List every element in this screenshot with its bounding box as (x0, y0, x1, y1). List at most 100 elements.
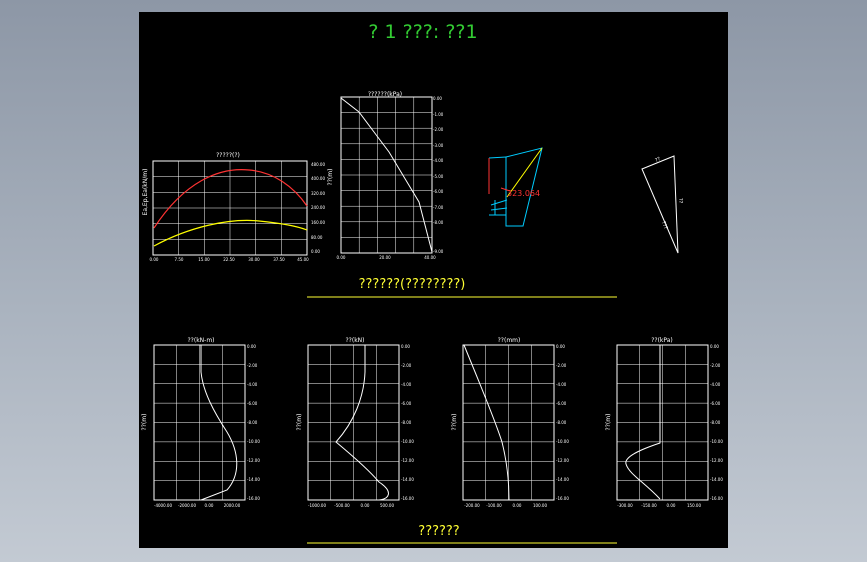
soil-pressure-chart-xticks: -300.00 -150.00 0.00 150.00 (617, 503, 701, 508)
section2-title: ?????? (418, 524, 459, 539)
pressure-chart-yticks: 0.00 -1.00 -2.00 -3.00 -4.00 -5.00 -6.00… (433, 96, 444, 254)
moment-ytick: 0.00 (247, 344, 256, 349)
displacement-chart-title: ??(mm) (498, 337, 521, 344)
pressure-distribution-chart: ??????(kPa) ??(m) 0.00 20.00 40.00 0.00 … (327, 91, 444, 260)
soil-ytick: -16.00 (710, 496, 723, 501)
soil-xtick: 150.00 (687, 503, 701, 508)
shear-chart-xticks: -1000.00 -500.00 0.00 500.00 (308, 503, 394, 508)
shear-ytick: -10.00 (401, 439, 414, 444)
earth-xtick: 0.00 (150, 257, 159, 262)
drawing-svg: ? 1 ???: ??1 ??????(????????) ?????? ???… (141, 21, 723, 544)
shear-chart-title: ??(kN) (345, 337, 364, 344)
shear-ytick: -4.00 (401, 382, 412, 387)
moment-chart-xticks: -4000.00 -2000.00 0.00 2000.00 (154, 503, 241, 508)
wall-anchor-arrows (490, 199, 508, 215)
moment-xtick: -4000.00 (154, 503, 172, 508)
earth-xtick: 15.00 (198, 257, 210, 262)
displacement-chart-yticks: 0.00 -2.00 -4.00 -6.00 -8.00 -10.00 -12.… (556, 344, 569, 501)
shear-chart-yticks: 0.00 -2.00 -4.00 -6.00 -8.00 -10.00 -12.… (401, 344, 414, 501)
earth-chart-ylabel: Ea,Ep,Ea(kN/m) (142, 169, 149, 216)
displacement-xtick: -200.00 (464, 503, 480, 508)
displacement-ytick: -2.00 (556, 363, 567, 368)
soil-ytick: -14.00 (710, 477, 723, 482)
displacement-chart-grid (462, 344, 555, 501)
shear-chart: ??(kN) ??(m) -1000.00 -500.00 0.00 500.0… (296, 337, 414, 508)
shear-chart-grid (307, 344, 400, 501)
soil-pressure-chart-title: ??(kPa) (651, 337, 673, 344)
moment-ytick: -2.00 (247, 363, 258, 368)
displacement-chart-ylabel: ??(m) (451, 414, 458, 431)
displacement-ytick: 0.00 (556, 344, 565, 349)
pressure-xtick: 40.00 (424, 255, 436, 260)
earth-ytick: 240.00 (311, 205, 325, 210)
pressure-chart-ylabel: ??(m) (327, 169, 334, 186)
shear-xtick: -1000.00 (308, 503, 326, 508)
earth-ytick: 160.00 (311, 220, 325, 225)
soil-xtick: 0.00 (667, 503, 676, 508)
displacement-ytick: -16.00 (556, 496, 569, 501)
earth-chart-grid (152, 160, 308, 256)
wall-callout-value: 323.064 (507, 189, 540, 198)
pressure-chart-xticks: 0.00 20.00 40.00 (337, 255, 437, 260)
pressure-xtick: 20.00 (379, 255, 391, 260)
soil-ytick: -6.00 (710, 401, 721, 406)
cad-drawing-canvas: ? 1 ???: ??1 ??????(????????) ?????? ???… (139, 12, 728, 548)
displacement-ytick: -10.00 (556, 439, 569, 444)
moment-ytick: -4.00 (247, 382, 258, 387)
displacement-xtick: 100.00 (533, 503, 547, 508)
shear-ytick: -8.00 (401, 420, 412, 425)
active-earth-pressure-curve (153, 169, 308, 229)
moment-chart-ylabel: ??(m) (141, 414, 148, 431)
pressure-ytick: -7.00 (433, 205, 444, 210)
shear-xtick: 0.00 (361, 503, 370, 508)
soil-ytick: -12.00 (710, 458, 723, 463)
soil-xtick: -150.00 (641, 503, 657, 508)
sheet-title: ? 1 ???: ??1 (368, 21, 477, 43)
moment-xtick: -2000.00 (178, 503, 196, 508)
moment-chart-title: ??(kN-m) (187, 337, 214, 344)
moment-ytick: -16.00 (247, 496, 260, 501)
retaining-wall-sketch: 323.064 (488, 147, 543, 227)
earth-ytick: 0.00 (311, 249, 320, 254)
soil-pressure-curve (625, 345, 661, 500)
shear-ytick: -2.00 (401, 363, 412, 368)
force-triangle-outline (641, 155, 679, 254)
pressure-ytick: -4.00 (433, 158, 444, 163)
soil-xtick: -300.00 (617, 503, 633, 508)
moment-chart-yticks: 0.00 -2.00 -4.00 -6.00 -8.00 -10.00 -12.… (247, 344, 260, 501)
shear-ytick: -14.00 (401, 477, 414, 482)
pressure-ytick: -8.00 (433, 220, 444, 225)
earth-ytick: 400.00 (311, 176, 325, 181)
moment-chart: ??(kN-m) ??(m) -4000.00 -2000.00 0.00 20… (141, 337, 260, 508)
soil-ytick: -8.00 (710, 420, 721, 425)
earth-xtick: 45.00 (297, 257, 309, 262)
earth-chart-yticks: 480.00 400.00 320.00 240.00 160.00 80.00… (311, 162, 325, 254)
shear-ytick: 0.00 (401, 344, 410, 349)
soil-pressure-chart: ??(kPa) ??(m) -300.00 -150.00 0.00 150.0… (605, 337, 723, 508)
shear-xtick: -500.00 (334, 503, 350, 508)
displacement-ytick: -6.00 (556, 401, 567, 406)
force-label-weight: ?? (654, 156, 662, 164)
earth-ytick: 320.00 (311, 191, 325, 196)
soil-pressure-chart-grid (616, 344, 709, 501)
passive-earth-pressure-curve (153, 219, 308, 247)
moment-ytick: -12.00 (247, 458, 260, 463)
earth-chart-title: ?????(?) (216, 152, 240, 159)
wall-top-line (488, 156, 507, 159)
soil-ytick: -4.00 (710, 382, 721, 387)
pressure-chart-grid (340, 96, 433, 254)
force-label-reaction: ?? (677, 198, 683, 204)
wall-outline (505, 147, 543, 227)
earth-chart-xticks: 0.00 7.50 15.00 22.50 30.00 37.50 45.00 (150, 257, 310, 262)
soil-pressure-chart-yticks: 0.00 -2.00 -4.00 -6.00 -8.00 -10.00 -12.… (710, 344, 723, 501)
earth-xtick: 7.50 (175, 257, 184, 262)
pressure-ytick: -1.00 (433, 112, 444, 117)
shear-ytick: -16.00 (401, 496, 414, 501)
pressure-ytick: -3.00 (433, 143, 444, 148)
moment-ytick: -14.00 (247, 477, 260, 482)
displacement-ytick: -4.00 (556, 382, 567, 387)
pressure-ytick: -5.00 (433, 174, 444, 179)
pressure-ytick: -6.00 (433, 189, 444, 194)
moment-ytick: -8.00 (247, 420, 258, 425)
shear-xtick: 500.00 (380, 503, 394, 508)
